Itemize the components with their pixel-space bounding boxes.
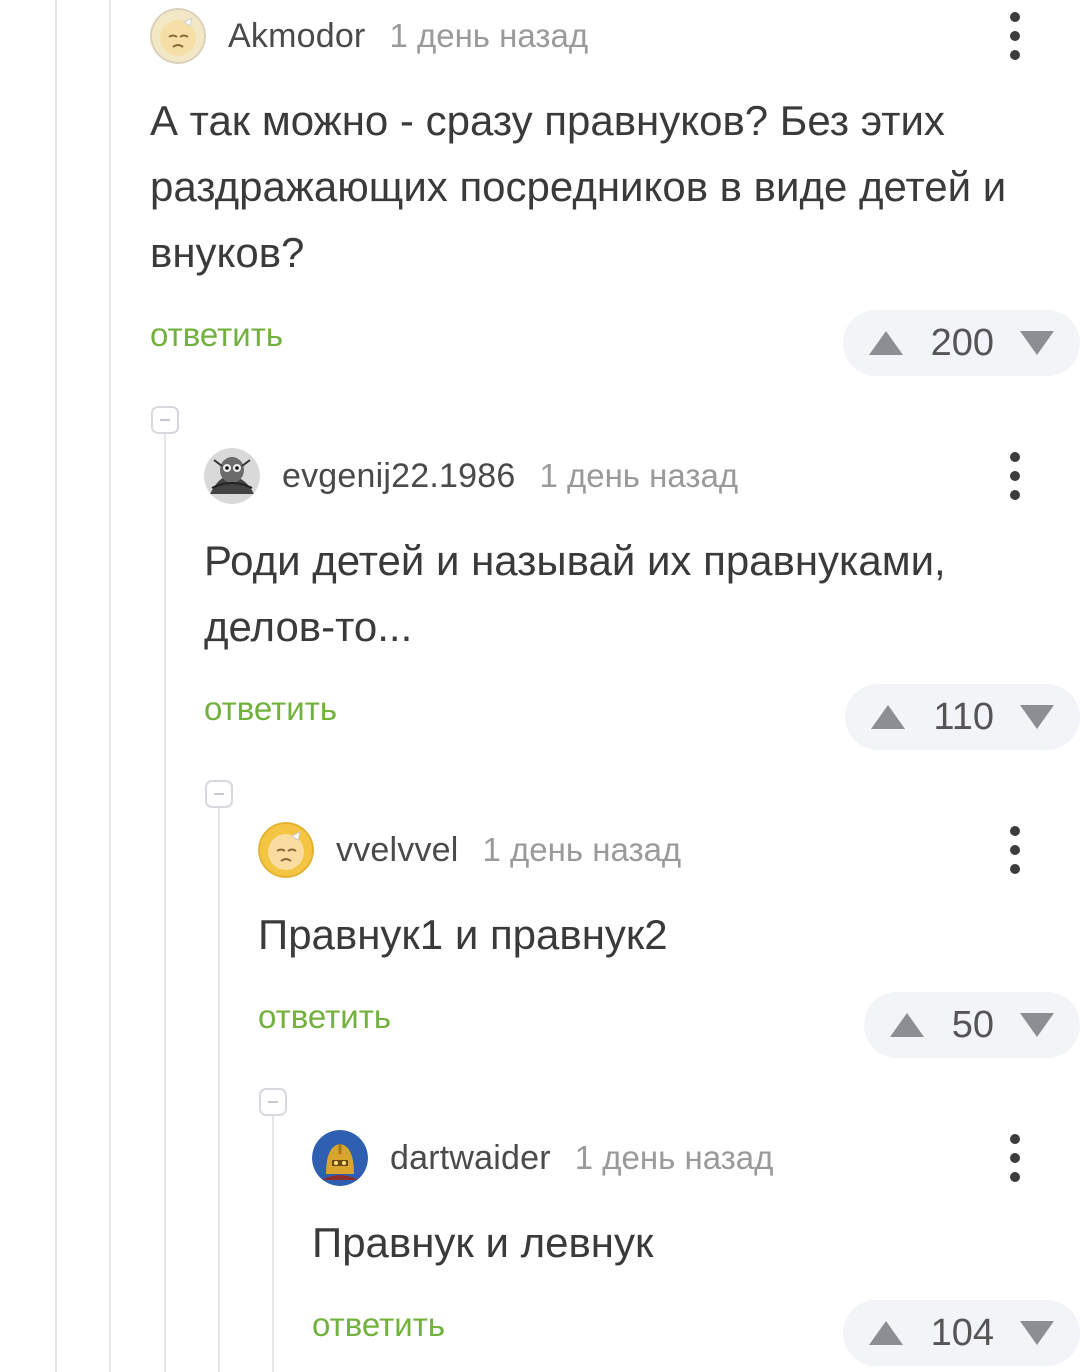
comment-footer: ответить 200 <box>150 310 1080 376</box>
username[interactable]: vvelvvel <box>336 831 459 870</box>
username[interactable]: dartwaider <box>390 1139 551 1178</box>
rating-value: 50 <box>951 1003 994 1046</box>
thread-line-root-outer <box>55 0 57 1372</box>
comment-text: Правнук1 и правнук2 <box>258 911 668 958</box>
avatar[interactable] <box>150 8 206 64</box>
upvote-arrow-icon[interactable] <box>888 1011 926 1039</box>
more-vertical-icon[interactable] <box>1004 1132 1026 1184</box>
rating-control: 110 <box>845 684 1080 750</box>
more-vertical-icon[interactable] <box>1004 450 1026 502</box>
reply-button[interactable]: ответить <box>204 690 337 728</box>
downvote-arrow-icon[interactable] <box>1018 1011 1056 1039</box>
comment-footer: ответить 50 <box>258 992 1080 1058</box>
rating-value: 104 <box>930 1311 994 1354</box>
comment-akmodor: Akmodor 1 день назад А так можно - сразу… <box>150 8 1080 376</box>
comment-time: 1 день назад <box>482 831 682 868</box>
collapse-thread-button-level-3[interactable] <box>259 1088 287 1116</box>
reply-button[interactable]: ответить <box>258 998 391 1036</box>
comment-footer: ответить 110 <box>204 684 1080 750</box>
avatar[interactable] <box>258 822 314 878</box>
crying-face-avatar-icon <box>150 8 206 64</box>
comment-vvelvvel: vvelvvel 1 день назад Правнук1 и правнук… <box>258 822 1080 1058</box>
collapse-thread-button-level-1[interactable] <box>151 406 179 434</box>
rating-control: 104 <box>842 1300 1080 1366</box>
username[interactable]: Akmodor <box>228 17 365 56</box>
comment-time: 1 день назад <box>574 1139 774 1176</box>
comment-header: vvelvvel 1 день назад <box>258 822 1038 878</box>
crying-face-avatar-icon <box>258 822 314 878</box>
avatar[interactable] <box>312 1130 368 1186</box>
downvote-arrow-icon[interactable] <box>1018 329 1056 357</box>
more-vertical-icon[interactable] <box>1004 824 1026 876</box>
reply-button[interactable]: ответить <box>312 1306 445 1344</box>
upvote-arrow-icon[interactable] <box>867 1319 905 1347</box>
comment-time: 1 день назад <box>539 457 739 494</box>
comment-time: 1 день назад <box>389 17 589 54</box>
thread-line-level-3 <box>272 1116 274 1372</box>
reply-button[interactable]: ответить <box>150 316 283 354</box>
comment-header: Akmodor 1 день назад <box>150 8 1038 64</box>
comment-text: Роди детей и называй их правнуками, дело… <box>204 537 946 650</box>
rating-value: 110 <box>933 695 994 738</box>
comment-evgenij: evgenij22.1986 1 день назад Роди детей и… <box>204 448 1080 750</box>
owl-engraving-avatar-icon <box>204 448 260 504</box>
username[interactable]: evgenij22.1986 <box>282 457 515 496</box>
downvote-arrow-icon[interactable] <box>1018 1319 1056 1347</box>
golden-helmet-avatar-icon <box>312 1130 368 1186</box>
upvote-arrow-icon[interactable] <box>869 703 907 731</box>
collapse-thread-button-level-2[interactable] <box>205 780 233 808</box>
comment-header: dartwaider 1 день назад <box>312 1130 1038 1186</box>
comment-text: Правнук и левнук <box>312 1219 654 1266</box>
rating-control: 200 <box>842 310 1080 376</box>
thread-line-root-inner <box>109 0 111 1372</box>
more-vertical-icon[interactable] <box>1004 10 1026 62</box>
downvote-arrow-icon[interactable] <box>1018 703 1056 731</box>
avatar[interactable] <box>204 448 260 504</box>
comment-text: А так можно - сразу правнуков? Без этих … <box>150 97 1007 276</box>
comment-header: evgenij22.1986 1 день назад <box>204 448 1038 504</box>
comment-footer: ответить 104 <box>312 1300 1080 1366</box>
rating-value: 200 <box>930 321 994 364</box>
thread-line-level-1 <box>164 434 166 1372</box>
comment-dartwaider: dartwaider 1 день назад Правнук и левнук… <box>312 1130 1080 1366</box>
thread-line-level-2 <box>218 808 220 1372</box>
upvote-arrow-icon[interactable] <box>867 329 905 357</box>
rating-control: 50 <box>863 992 1080 1058</box>
